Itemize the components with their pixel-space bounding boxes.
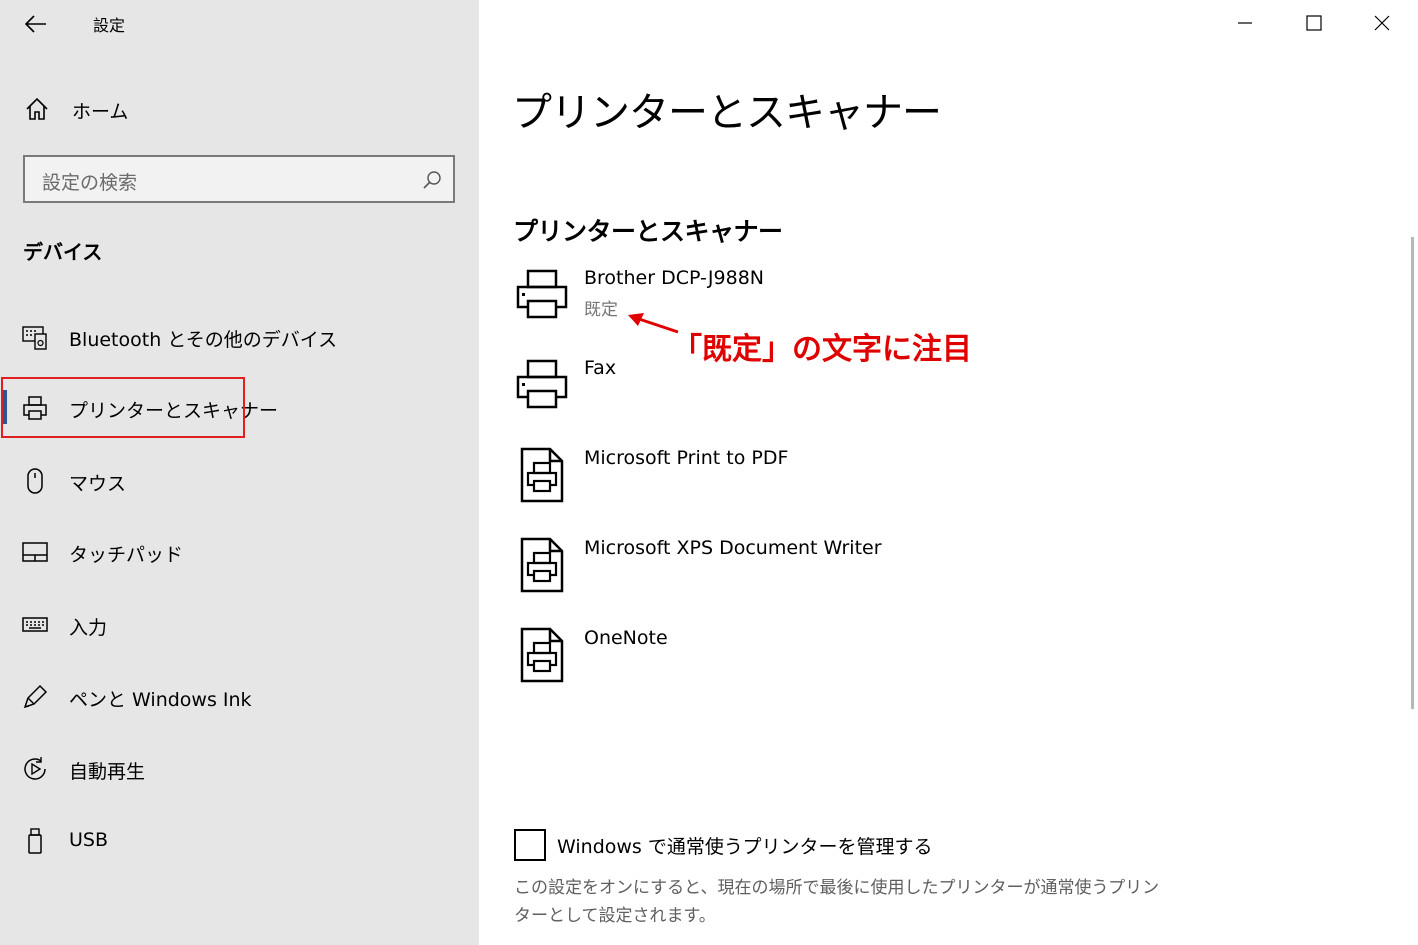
touchpad-icon bbox=[22, 542, 48, 562]
sidebar-item-touchpad[interactable]: タッチパッド bbox=[0, 522, 479, 582]
printer-icon bbox=[516, 359, 568, 409]
printer-item[interactable]: Fax bbox=[514, 357, 1214, 427]
sidebar-item-usb[interactable]: USB bbox=[0, 811, 479, 871]
page-title: プリンターとスキャナー bbox=[512, 90, 942, 136]
section-title: プリンターとスキャナー bbox=[513, 217, 783, 246]
keyboard-icon bbox=[22, 617, 48, 632]
close-icon bbox=[1374, 15, 1390, 31]
bluetooth-devices-icon bbox=[22, 326, 47, 350]
home-icon bbox=[26, 97, 48, 120]
sidebar-item-label: USB bbox=[69, 829, 109, 851]
printer-item[interactable]: Microsoft XPS Document Writer bbox=[514, 537, 1214, 607]
usb-icon bbox=[28, 828, 42, 854]
sidebar-item-label: 自動再生 bbox=[69, 761, 146, 783]
maximize-button[interactable] bbox=[1280, 0, 1348, 46]
sidebar-item-mouse[interactable]: マウス bbox=[0, 451, 479, 511]
sidebar-item-pen[interactable]: ペンと Windows Ink bbox=[0, 667, 479, 727]
sidebar-item-label: マウス bbox=[69, 473, 127, 495]
description-line-2: ターとして設定されます。 bbox=[514, 906, 716, 926]
search-icon[interactable] bbox=[421, 169, 443, 191]
home-label: ホーム bbox=[72, 101, 129, 123]
sidebar-section-title: デバイス bbox=[23, 240, 103, 264]
printer-status: 既定 bbox=[584, 300, 618, 320]
home-nav-item[interactable]: ホーム bbox=[0, 88, 479, 130]
printer-name: Microsoft XPS Document Writer bbox=[584, 537, 882, 559]
search-placeholder: 設定の検索 bbox=[42, 172, 138, 194]
virtual-printer-icon bbox=[520, 447, 564, 503]
checkbox-description: この設定をオンにすると、現在の場所で最後に使用したプリンターが通常使うプリン タ… bbox=[514, 874, 1194, 930]
highlight-box bbox=[1, 377, 245, 438]
minimize-button[interactable] bbox=[1211, 0, 1279, 46]
printer-name: Microsoft Print to PDF bbox=[584, 447, 789, 469]
virtual-printer-icon bbox=[520, 537, 564, 593]
mouse-icon bbox=[27, 468, 43, 494]
printer-item[interactable]: Microsoft Print to PDF bbox=[514, 447, 1214, 517]
back-button[interactable] bbox=[18, 8, 54, 40]
autoplay-icon bbox=[24, 757, 46, 780]
sidebar-item-autoplay[interactable]: 自動再生 bbox=[0, 739, 479, 799]
sidebar-item-bluetooth[interactable]: Bluetooth とその他のデバイス bbox=[0, 307, 479, 367]
pen-icon bbox=[23, 684, 48, 709]
maximize-icon bbox=[1306, 15, 1322, 31]
close-button[interactable] bbox=[1348, 0, 1416, 46]
minimize-icon bbox=[1238, 22, 1252, 24]
description-line-1: この設定をオンにすると、現在の場所で最後に使用したプリンターが通常使うプリン bbox=[514, 878, 1160, 898]
sidebar-item-label: タッチパッド bbox=[69, 544, 184, 566]
checkbox-label: Windows で通常使うプリンターを管理する bbox=[557, 836, 933, 858]
printer-name: Brother DCP-J988N bbox=[584, 267, 765, 289]
sidebar-item-label: ペンと Windows Ink bbox=[69, 689, 252, 711]
sidebar-item-label: 入力 bbox=[69, 617, 108, 639]
manage-default-printer-checkbox[interactable] bbox=[514, 829, 546, 861]
printer-item[interactable]: OneNote bbox=[514, 627, 1214, 697]
sidebar: 設定 ホーム 設定の検索 デバイス Bluetooth とその他のデバイス プリ… bbox=[0, 0, 479, 945]
printer-name: Fax bbox=[584, 357, 617, 379]
back-arrow-icon bbox=[25, 15, 46, 33]
printer-icon bbox=[516, 269, 568, 319]
printer-name: OneNote bbox=[584, 627, 668, 649]
settings-search-input[interactable]: 設定の検索 bbox=[23, 155, 455, 203]
virtual-printer-icon bbox=[520, 627, 564, 683]
scrollbar[interactable] bbox=[1411, 237, 1414, 709]
sidebar-item-typing[interactable]: 入力 bbox=[0, 595, 479, 655]
app-title: 設定 bbox=[93, 16, 126, 35]
sidebar-item-label: Bluetooth とその他のデバイス bbox=[69, 329, 338, 351]
